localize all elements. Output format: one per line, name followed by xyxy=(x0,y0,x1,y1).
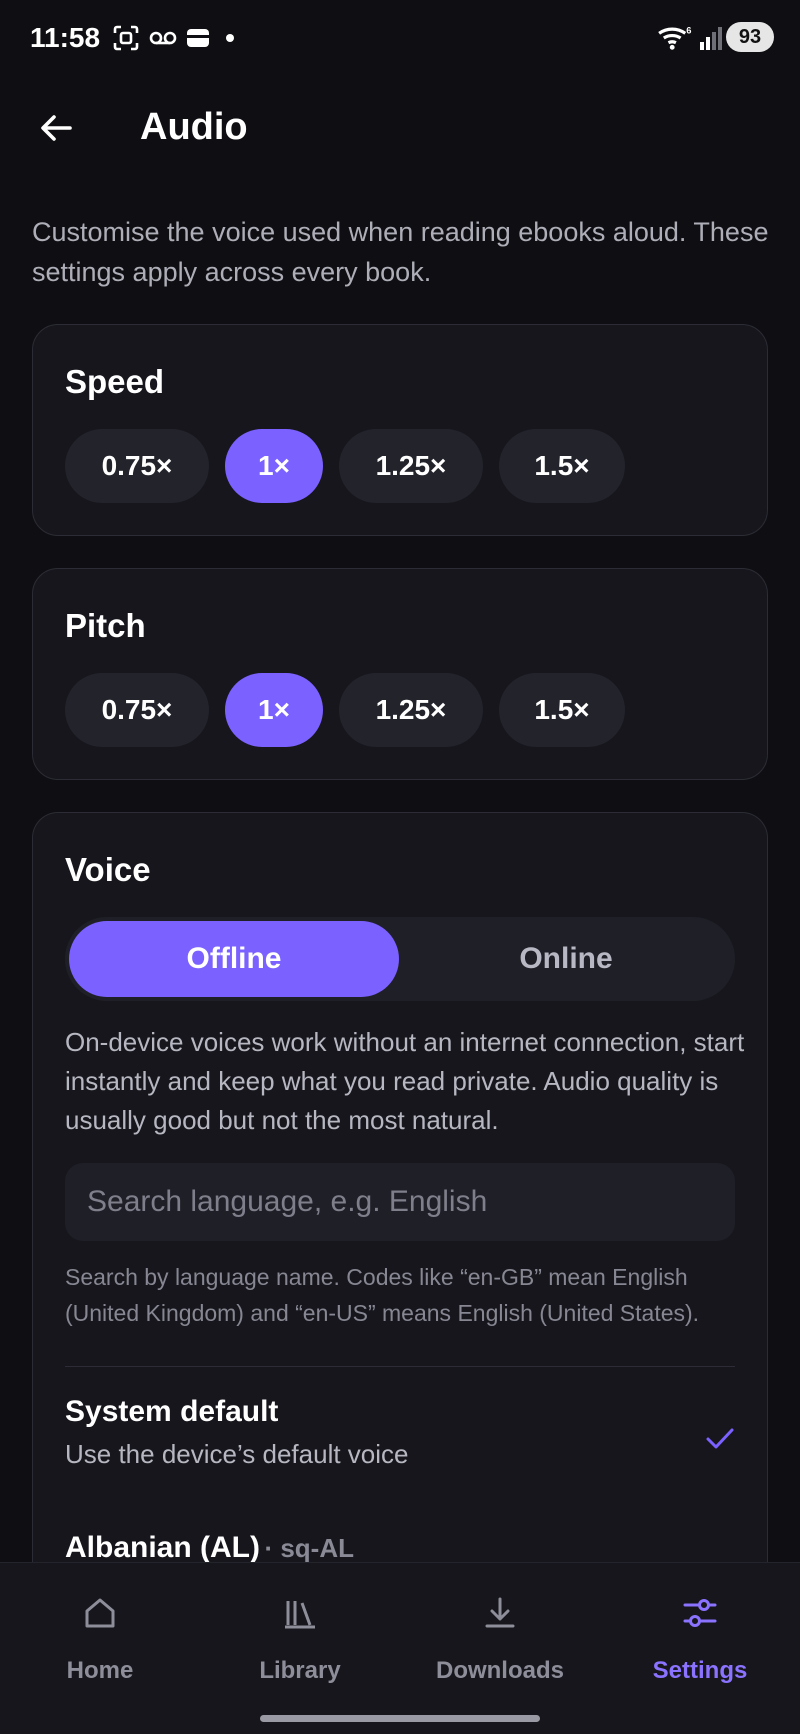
audio-settings-screen: 11:58 6 93 Audio Customise the voice use… xyxy=(0,0,800,1734)
back-button[interactable] xyxy=(28,100,84,156)
speed-title: Speed xyxy=(65,363,165,400)
nav-item-home[interactable]: Home xyxy=(0,1563,200,1693)
pitch-option-1.5[interactable]: 1.5× xyxy=(499,673,625,747)
voice-title: Voice xyxy=(65,851,151,888)
nav-label: Settings xyxy=(652,1657,748,1684)
notification-dot-icon xyxy=(226,34,234,42)
checkmark-icon xyxy=(706,1428,734,1449)
divider xyxy=(65,1366,735,1367)
pitch-title: Pitch xyxy=(65,607,146,644)
speed-option-1.5[interactable]: 1.5× xyxy=(499,429,625,503)
speed-card: Speed 0.75× 1× 1.25× 1.5× xyxy=(32,324,768,536)
svg-text:6: 6 xyxy=(686,25,691,35)
voice-description: On-device voices work without an interne… xyxy=(65,1027,745,1135)
search-help-text: Search by language name. Codes like “en-… xyxy=(65,1264,700,1326)
home-indicator[interactable] xyxy=(260,1715,540,1722)
voice-mode-online[interactable]: Online xyxy=(401,921,731,997)
pitch-option-1[interactable]: 1× xyxy=(225,673,323,747)
nav-label: Library xyxy=(259,1657,341,1684)
speed-option-1[interactable]: 1× xyxy=(225,429,323,503)
voice-option-name: Albanian (AL) xyxy=(65,1531,260,1564)
wifi-icon: 6 xyxy=(658,25,691,50)
pitch-options: 0.75× 1× 1.25× 1.5× xyxy=(65,673,625,747)
page-title: Audio xyxy=(140,106,248,148)
nav-item-settings[interactable]: Settings xyxy=(600,1563,800,1693)
nav-item-library[interactable]: Library xyxy=(200,1563,400,1693)
battery-level: 93 xyxy=(726,22,774,52)
download-icon xyxy=(485,1597,515,1628)
nav-label: Home xyxy=(66,1657,134,1684)
voice-mode-offline[interactable]: Offline xyxy=(69,921,399,997)
nav-item-downloads[interactable]: Downloads xyxy=(400,1563,600,1693)
voice-mode-toggle: Offline Online xyxy=(65,917,735,1001)
pitch-card: Pitch 0.75× 1× 1.25× 1.5× xyxy=(32,568,768,780)
arrow-left-icon xyxy=(41,115,72,141)
library-icon xyxy=(285,1601,315,1629)
status-time: 11:58 xyxy=(30,22,101,53)
voice-option-subtitle: Use the device’s default voice xyxy=(65,1439,409,1469)
voice-card: Voice Offline Online On-device voices wo… xyxy=(32,812,768,1612)
status-bar: 11:58 6 93 xyxy=(0,0,800,76)
language-search-input[interactable] xyxy=(65,1163,735,1241)
screenshot-icon xyxy=(113,25,139,51)
language-search-box xyxy=(65,1163,735,1241)
wallet-icon xyxy=(187,29,209,47)
voicemail-icon xyxy=(149,31,177,45)
bottom-navigation: Home Library Downloads Settings xyxy=(0,1562,800,1734)
speed-option-1.25[interactable]: 1.25× xyxy=(339,429,483,503)
home-icon xyxy=(85,1598,115,1628)
voice-option-system-default[interactable]: System default Use the device’s default … xyxy=(65,1395,735,1495)
pitch-option-1.25[interactable]: 1.25× xyxy=(339,673,483,747)
intro-text: Customise the voice used when reading eb… xyxy=(32,217,769,287)
settings-sliders-icon xyxy=(683,1599,717,1627)
nav-label: Downloads xyxy=(435,1657,564,1684)
signal-icon xyxy=(700,27,722,50)
voice-option-name: System default xyxy=(65,1395,279,1428)
speed-options: 0.75× 1× 1.25× 1.5× xyxy=(65,429,625,503)
speed-option-0.75[interactable]: 0.75× xyxy=(65,429,209,503)
pitch-option-0.75[interactable]: 0.75× xyxy=(65,673,209,747)
voice-option-code: · sq-AL xyxy=(264,1533,354,1563)
